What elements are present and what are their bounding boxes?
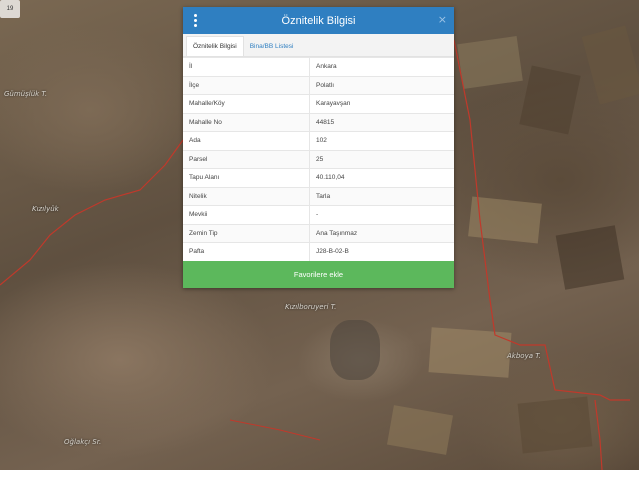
- zoom-level-button[interactable]: 19: [0, 0, 20, 18]
- close-icon[interactable]: ×: [438, 13, 447, 26]
- table-row: Zemin Tip Ana Taşınmaz: [183, 223, 454, 243]
- attribute-value: 40.110,04: [309, 168, 454, 187]
- dialog-header[interactable]: Öznitelik Bilgisi ×: [183, 7, 454, 34]
- attribute-key: Mahalle/Köy: [183, 94, 310, 113]
- map-place-label: Oğlakçı Sr.: [64, 438, 102, 446]
- attribute-value: Tarla: [309, 186, 454, 206]
- attribute-key: Zemin Tip: [183, 223, 310, 243]
- map-place-label: Kızılboruyeri T.: [285, 303, 337, 311]
- table-row: Mahalle No 44815: [183, 112, 454, 132]
- dialog-title: Öznitelik Bilgisi: [281, 14, 356, 27]
- boundary-line: [229, 419, 321, 441]
- attribute-key: Mevkii: [183, 205, 310, 224]
- attribute-value: 25: [309, 149, 454, 169]
- add-to-favorites-button[interactable]: Favorilere ekle: [183, 260, 454, 288]
- attribute-key: Parsel: [183, 149, 310, 169]
- tab-attribute-info[interactable]: Öznitelik Bilgisi: [186, 36, 244, 56]
- table-row: İlçe Polatlı: [183, 75, 454, 95]
- table-row: Pafta J28-B-02-B: [183, 242, 454, 261]
- table-row: Parsel 25: [183, 149, 454, 169]
- table-row: Ada 102: [183, 131, 454, 150]
- map-place-label: Kızılyük: [32, 205, 59, 213]
- attribute-key: Tapu Alanı: [183, 168, 310, 187]
- attribute-value: Polatlı: [309, 75, 454, 95]
- attribute-value: -: [309, 205, 454, 224]
- map-place-label: Akboya T.: [507, 352, 541, 360]
- attribute-key: Ada: [183, 131, 310, 150]
- attribute-value: Ana Taşınmaz: [309, 223, 454, 243]
- attribute-value: Karayavşan: [309, 94, 454, 113]
- boundary-line: [453, 39, 630, 401]
- attribute-value: 44815: [309, 112, 454, 132]
- attribute-key: İlçe: [183, 75, 310, 95]
- attribute-table: İl Ankara İlçe Polatlı Mahalle/Köy Karayavşan…: [183, 57, 454, 261]
- attribute-key: Mahalle No: [183, 112, 310, 132]
- attribute-key: Nitelik: [183, 186, 310, 206]
- attribute-key: İl: [183, 57, 310, 76]
- boundary-line: [594, 399, 603, 470]
- map-place-label: Gümüşlük T.: [4, 90, 48, 98]
- kebab-menu-icon[interactable]: [192, 14, 198, 27]
- table-row: İl Ankara: [183, 57, 454, 76]
- table-row: Mevkii -: [183, 205, 454, 224]
- bottom-bar: [0, 470, 639, 480]
- table-row: Mahalle/Köy Karayavşan: [183, 94, 454, 113]
- table-row: Tapu Alanı 40.110,04: [183, 168, 454, 187]
- tab-building-list[interactable]: Bina/BB Listesi: [244, 37, 300, 56]
- table-row: Nitelik Tarla: [183, 186, 454, 206]
- attribute-key: Pafta: [183, 242, 310, 261]
- boundary-line: [0, 139, 184, 286]
- dialog-tabs: Öznitelik Bilgisi Bina/BB Listesi: [183, 34, 454, 57]
- attribute-info-dialog: Öznitelik Bilgisi × Öznitelik Bilgisi Bi…: [183, 7, 454, 288]
- attribute-value: 102: [309, 131, 454, 150]
- attribute-value: Ankara: [309, 57, 454, 76]
- attribute-value: J28-B-02-B: [309, 242, 454, 261]
